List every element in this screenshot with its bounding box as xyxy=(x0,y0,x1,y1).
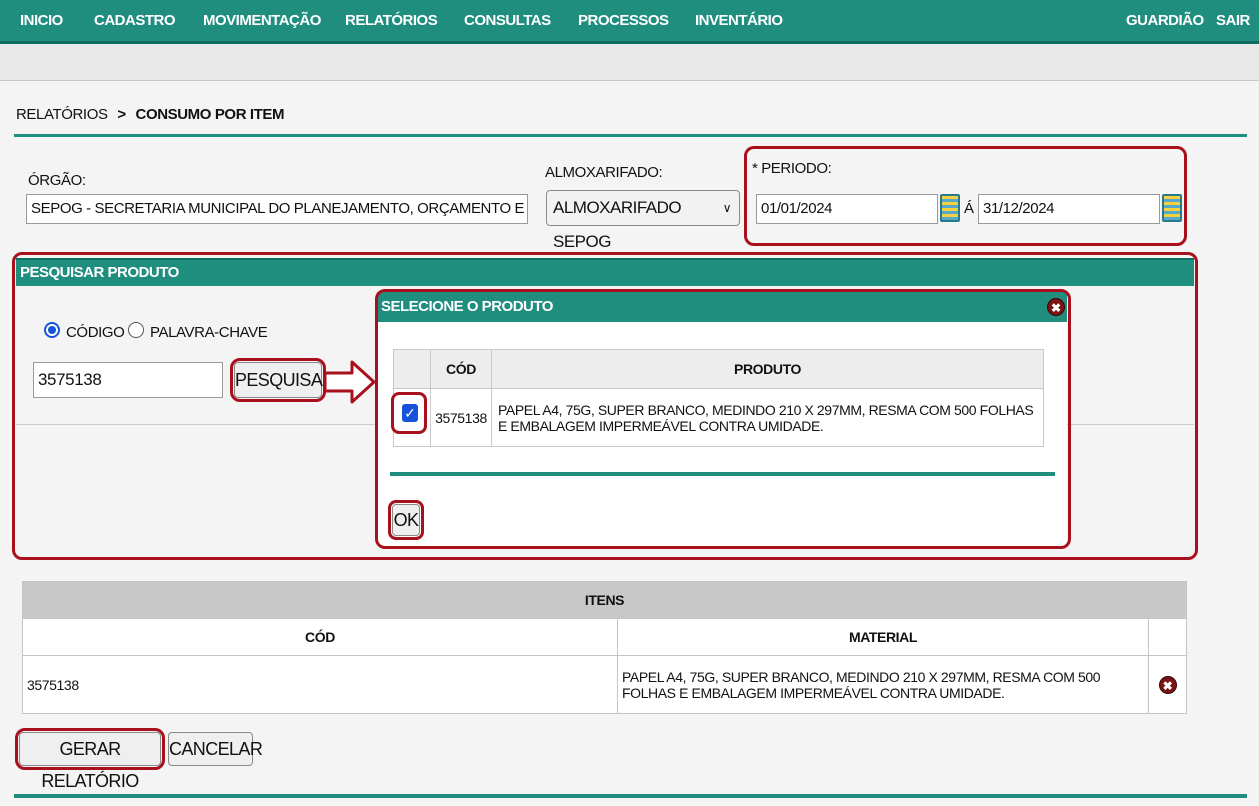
periodo-label: * PERIODO: xyxy=(752,160,832,177)
nav-consultas[interactable]: CONSULTAS xyxy=(464,12,551,29)
top-nav: INICIO CADASTRO MOVIMENTAÇÃO RELATÓRIOS … xyxy=(0,0,1259,44)
breadcrumb-divider xyxy=(14,134,1247,137)
items-col-material: MATERIAL xyxy=(617,618,1149,656)
items-row-action: ✖ xyxy=(1148,655,1187,714)
generate-report-button[interactable]: GERAR RELATÓRIO xyxy=(19,732,161,791)
nav-relatorios[interactable]: RELATÓRIOS xyxy=(345,12,438,29)
orgao-label: ÓRGÃO: xyxy=(28,172,86,189)
orgao-field[interactable]: SEPOG - SECRETARIA MUNICIPAL DO PLANEJAM… xyxy=(26,194,528,224)
items-col-action xyxy=(1148,618,1187,656)
remove-item-icon[interactable]: ✖ xyxy=(1158,675,1177,694)
modal-highlight xyxy=(375,289,1071,549)
sub-bar xyxy=(0,44,1259,81)
items-col-code: CÓD xyxy=(22,618,618,656)
date-separator: Á xyxy=(964,200,974,217)
nav-cadastro[interactable]: CADASTRO xyxy=(94,12,176,29)
breadcrumb-separator: > xyxy=(117,106,126,123)
date-start-field[interactable]: 01/01/2024 xyxy=(756,194,938,224)
bottom-divider xyxy=(14,794,1247,798)
calendar-start-icon[interactable] xyxy=(940,194,960,222)
almox-select[interactable]: ALMOXARIFADO SEPOG ∨ xyxy=(546,190,740,251)
nav-inventario[interactable]: INVENTÁRIO xyxy=(695,12,783,29)
nav-movimentacao[interactable]: MOVIMENTAÇÃO xyxy=(203,12,321,29)
nav-processos[interactable]: PROCESSOS xyxy=(578,12,669,29)
cancel-button[interactable]: CANCELAR xyxy=(168,732,263,766)
nav-sair[interactable]: SAIR xyxy=(1216,12,1250,29)
chevron-down-icon: ∨ xyxy=(722,201,732,215)
items-row-code: 3575138 xyxy=(22,655,618,714)
items-title: ITENS xyxy=(22,581,1187,619)
radio-codigo[interactable] xyxy=(44,322,60,338)
product-code-input[interactable]: 3575138 xyxy=(33,362,223,398)
items-table: ITENS CÓD MATERIAL 3575138 PAPEL A4, 75G… xyxy=(22,581,1187,714)
calendar-end-icon[interactable] xyxy=(1162,194,1182,222)
search-panel-title: PESQUISAR PRODUTO xyxy=(16,258,1194,286)
search-button[interactable]: PESQUISAR xyxy=(234,362,335,398)
items-row-material: PAPEL A4, 75G, SUPER BRANCO, MEDINDO 210… xyxy=(617,655,1149,714)
nav-inicio[interactable]: INICIO xyxy=(20,12,63,29)
breadcrumb-section[interactable]: RELATÓRIOS xyxy=(16,106,108,123)
table-row: 3575138 PAPEL A4, 75G, SUPER BRANCO, MED… xyxy=(22,655,1187,714)
arrow-right-icon xyxy=(323,360,376,404)
date-end-field[interactable]: 31/12/2024 xyxy=(978,194,1160,224)
radio-palavra-chave[interactable] xyxy=(128,322,144,338)
breadcrumb-current: CONSUMO POR ITEM xyxy=(135,106,285,123)
breadcrumb: RELATÓRIOS > CONSUMO POR ITEM xyxy=(16,106,285,123)
nav-guardiao[interactable]: GUARDIÃO xyxy=(1126,12,1204,29)
radio-codigo-label: CÓDIGO xyxy=(66,324,125,341)
almox-label: ALMOXARIFADO: xyxy=(545,164,663,181)
radio-palavra-chave-label: PALAVRA-CHAVE xyxy=(150,324,268,341)
